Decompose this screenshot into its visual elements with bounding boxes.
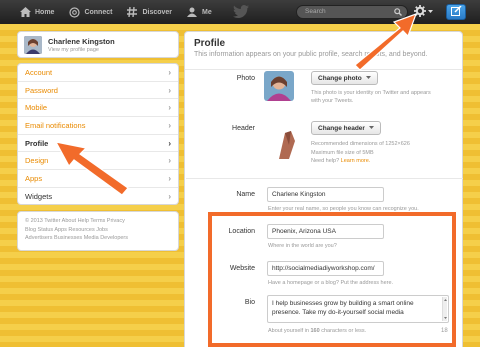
bio-text-line: I help businesses grow by building a sma…	[272, 300, 414, 307]
name-label: Name	[236, 191, 255, 198]
change-header-button[interactable]: Change header	[311, 121, 381, 135]
menu-item-label: Account	[25, 67, 53, 77]
photo-label: Photo	[236, 75, 255, 82]
menu-item-label: Design	[25, 156, 49, 166]
name-hint: Enter your real name, so people you know…	[268, 206, 419, 212]
header-hint-line: Maximum file size of 5MB	[311, 149, 374, 156]
chevron-right-icon: ›	[168, 192, 171, 202]
header-label: Header	[232, 125, 255, 132]
nav-home[interactable]: Home	[12, 0, 61, 24]
profile-header: Profile This information appears on your…	[185, 32, 462, 70]
compose-tweet-button[interactable]	[446, 4, 466, 20]
bio-text-line: presence. Take my do-it-yourself social …	[272, 309, 404, 316]
hashtag-icon	[126, 6, 138, 18]
profile-panel: Profile This information appears on your…	[184, 31, 463, 347]
location-hint: Where in the world are you?	[268, 243, 337, 249]
name-field[interactable]: Charlene Kingston	[267, 187, 384, 202]
bio-hint-prefix: About yourself in	[268, 328, 309, 334]
nav-discover[interactable]: Discover	[119, 0, 179, 24]
nav-connect[interactable]: Connect	[61, 0, 119, 24]
website-field[interactable]: http://socialmediadiyworkshop.com/	[267, 261, 384, 276]
nav-me[interactable]: Me	[179, 0, 219, 24]
home-icon	[19, 6, 31, 18]
menu-item-label: Apps	[25, 173, 43, 183]
nav-me-label: Me	[202, 8, 212, 16]
bio-remaining-counter: 18	[441, 328, 448, 334]
view-profile-link[interactable]: View my profile page	[48, 47, 115, 53]
change-photo-button[interactable]: Change photo	[311, 71, 378, 85]
header-hint-line: Recommended dimensions of 1252×626	[311, 141, 410, 147]
chevron-right-icon: ›	[168, 120, 171, 130]
header-hint: Recommended dimensions of 1252×626 Maxim…	[311, 140, 410, 166]
website-label: Website	[229, 265, 255, 272]
photo-hint-line: This photo is your identity on Twitter a…	[311, 90, 431, 96]
change-photo-label: Change photo	[318, 74, 362, 82]
user-name[interactable]: Charlene Kingston	[48, 37, 115, 46]
chevron-down-icon	[428, 9, 433, 16]
footer-links: © 2013 Twitter About Help Terms Privacy …	[17, 211, 179, 251]
chevron-right-icon: ›	[168, 67, 171, 77]
menu-item-label: Email notifications	[25, 120, 86, 130]
chevron-right-icon: ›	[168, 85, 171, 95]
menu-item-password[interactable]: Password ›	[18, 82, 178, 100]
chevron-right-icon: ›	[168, 156, 171, 166]
menu-item-label: Password	[25, 85, 58, 95]
website-hint: Have a homepage or a blog? Put the addre…	[268, 280, 394, 286]
photo-hint: This photo is your identity on Twitter a…	[311, 90, 431, 105]
profile-photo	[264, 71, 294, 101]
section-divider	[186, 178, 463, 179]
chevron-right-icon: ›	[168, 138, 171, 148]
location-label: Location	[228, 228, 255, 235]
chevron-down-icon	[368, 125, 374, 132]
chevron-down-icon	[365, 75, 371, 82]
person-icon	[186, 6, 198, 18]
search-placeholder: Search	[305, 8, 326, 15]
chevron-right-icon: ›	[168, 173, 171, 183]
avatar	[24, 35, 42, 54]
header-image-thumbnail	[277, 129, 297, 159]
location-field[interactable]: Phoenix, Arizona USA	[267, 224, 384, 239]
footer-line[interactable]: Advertisers Businesses Media Developers	[25, 234, 171, 243]
chevron-right-icon: ›	[168, 103, 171, 113]
change-header-label: Change header	[318, 124, 365, 132]
twitter-bird-logo[interactable]	[233, 5, 249, 20]
nav-home-label: Home	[35, 8, 55, 16]
annotation-arrow-settings	[354, 12, 418, 70]
scrollbar[interactable]	[442, 297, 447, 321]
bio-textarea[interactable]: I help businesses grow by building a sma…	[267, 295, 449, 323]
menu-item-label: Profile	[25, 138, 49, 148]
compose-icon	[450, 5, 462, 18]
photo-hint-line: with your Tweets.	[311, 97, 354, 104]
menu-item-label: Widgets	[25, 192, 53, 202]
menu-item-mobile[interactable]: Mobile ›	[18, 99, 178, 118]
menu-item-label: Mobile	[25, 103, 48, 113]
annotation-arrow-profile	[54, 141, 129, 196]
bio-label: Bio	[244, 299, 255, 306]
nav-connect-label: Connect	[84, 8, 113, 16]
bio-hint-count: 160	[310, 328, 320, 334]
menu-item-account[interactable]: Account ›	[18, 64, 178, 82]
at-icon	[68, 6, 80, 18]
need-help-text: Need help?	[311, 158, 340, 164]
footer-line[interactable]: Blog Status Apps Resources Jobs	[25, 226, 171, 235]
bio-hint: About yourself in 160 characters or less…	[268, 328, 366, 336]
bio-hint-suffix: characters or less.	[321, 328, 367, 334]
footer-line[interactable]: © 2013 Twitter About Help Terms Privacy	[25, 217, 171, 226]
header-hint-line: Need help? Learn more.	[311, 157, 410, 166]
user-card[interactable]: Charlene Kingston View my profile page	[17, 31, 179, 58]
menu-item-email-notifications[interactable]: Email notifications ›	[18, 117, 178, 135]
nav-discover-label: Discover	[142, 8, 173, 16]
learn-more-link[interactable]: Learn more.	[341, 158, 371, 164]
